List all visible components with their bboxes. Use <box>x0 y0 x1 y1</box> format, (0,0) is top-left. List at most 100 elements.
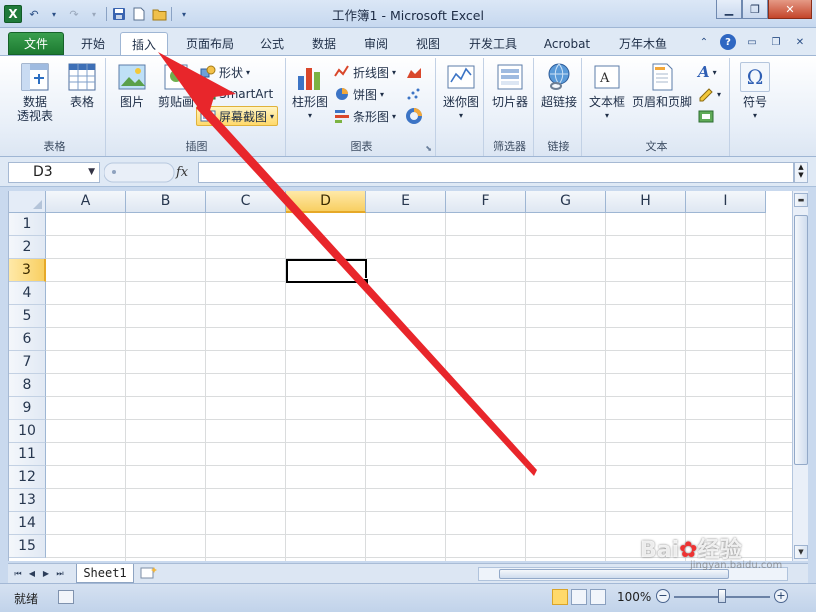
scroll-down-icon[interactable]: ▼ <box>794 545 808 559</box>
tab-file[interactable]: 文件 <box>8 32 64 55</box>
close-button[interactable]: ✕ <box>768 0 812 19</box>
row-header-9[interactable]: 9 <box>9 397 46 420</box>
column-header-i[interactable]: I <box>686 191 766 213</box>
picture-button[interactable]: 图片 <box>114 62 150 109</box>
help-icon[interactable]: ? <box>720 34 736 50</box>
row-header-2[interactable]: 2 <box>9 236 46 259</box>
tab-developer[interactable]: 开发工具 <box>458 32 528 55</box>
column-header-c[interactable]: C <box>206 191 286 213</box>
tab-page-layout[interactable]: 页面布局 <box>176 32 244 55</box>
row-header-10[interactable]: 10 <box>9 420 46 443</box>
sheet-tab-sheet1[interactable]: Sheet1 <box>76 564 134 583</box>
row-header-14[interactable]: 14 <box>9 512 46 535</box>
shapes-button[interactable]: 形状 ▾ <box>200 62 250 82</box>
name-box[interactable]: D3 ▼ <box>8 162 100 183</box>
insert-sheet-icon[interactable] <box>140 566 160 581</box>
clipart-button[interactable]: 剪贴画 <box>154 62 198 109</box>
grid-row-line <box>46 304 792 305</box>
shapes-icon <box>200 65 216 78</box>
scatter-chart-button[interactable] <box>406 84 422 104</box>
row-header-11[interactable]: 11 <box>9 443 46 466</box>
hyperlink-button[interactable]: 超链接 <box>538 62 580 109</box>
object-button[interactable] <box>698 106 714 126</box>
workbook-restore-icon[interactable]: ❐ <box>768 34 784 50</box>
formula-input[interactable] <box>198 162 794 183</box>
row-header-8[interactable]: 8 <box>9 374 46 397</box>
pivottable-label-2: 透视表 <box>16 109 53 123</box>
first-sheet-icon[interactable]: ⏮ <box>12 567 24 580</box>
select-all-button[interactable] <box>9 191 46 213</box>
chevron-down-icon[interactable]: ▼ <box>88 163 95 182</box>
textbox-button[interactable]: A 文本框 ▾ <box>586 62 628 123</box>
zoom-level[interactable]: 100% <box>617 590 651 604</box>
symbol-button[interactable]: Ω 符号 ▾ <box>734 62 776 123</box>
pie-chart-icon <box>336 88 348 100</box>
table-label: 表格 <box>69 95 94 109</box>
column-header-g[interactable]: G <box>526 191 606 213</box>
tab-home[interactable]: 开始 <box>70 32 116 55</box>
insert-function-button[interactable]: fx <box>176 165 188 180</box>
minimize-button[interactable]: ▁ <box>716 0 742 19</box>
vertical-scroll-thumb[interactable] <box>794 215 808 465</box>
next-sheet-icon[interactable]: ▶ <box>40 567 52 580</box>
smartart-button[interactable]: SmartArt <box>200 84 273 104</box>
page-break-view-button[interactable] <box>590 589 606 605</box>
split-box-icon[interactable]: ▬ <box>794 193 808 207</box>
pie-chart-button[interactable]: 饼图 ▾ <box>334 84 384 104</box>
signature-line-button[interactable]: ▾ <box>698 84 721 104</box>
row-header-13[interactable]: 13 <box>9 489 46 512</box>
column-header-e[interactable]: E <box>366 191 446 213</box>
restore-button[interactable]: ❐ <box>742 0 768 19</box>
sparklines-button[interactable]: 迷你图 ▾ <box>440 62 482 123</box>
tab-data[interactable]: 数据 <box>302 32 346 55</box>
page-layout-view-button[interactable] <box>571 589 587 605</box>
view-buttons <box>552 589 606 605</box>
area-chart-button[interactable] <box>406 62 422 82</box>
screenshot-button[interactable]: 屏幕截图 ▾ <box>196 106 279 126</box>
row-header-12[interactable]: 12 <box>9 466 46 489</box>
zoom-slider-thumb[interactable] <box>718 589 726 603</box>
tab-acrobat[interactable]: Acrobat <box>536 32 598 55</box>
column-header-b[interactable]: B <box>126 191 206 213</box>
tab-formulas[interactable]: 公式 <box>250 32 294 55</box>
tab-custom[interactable]: 万年木鱼 <box>608 32 678 55</box>
slicer-button[interactable]: 切片器 <box>488 62 532 109</box>
row-header-15[interactable]: 15 <box>9 535 46 558</box>
active-cell[interactable] <box>286 259 369 285</box>
tab-review[interactable]: 审阅 <box>354 32 398 55</box>
minimize-ribbon-icon[interactable]: ⌃ <box>696 34 712 50</box>
last-sheet-icon[interactable]: ⏭ <box>54 567 66 580</box>
row-header-1[interactable]: 1 <box>9 213 46 236</box>
workbook-close-icon[interactable]: ✕ <box>792 34 808 50</box>
wordart-button[interactable]: A ▾ <box>698 62 717 82</box>
row-header-7[interactable]: 7 <box>9 351 46 374</box>
normal-view-button[interactable] <box>552 589 568 605</box>
row-header-5[interactable]: 5 <box>9 305 46 328</box>
shapes-label: 形状 <box>219 65 244 80</box>
bar-chart-button[interactable]: 条形图 ▾ <box>334 106 396 126</box>
column-header-d[interactable]: D <box>286 191 366 213</box>
row-header-4[interactable]: 4 <box>9 282 46 305</box>
workbook-minimize-icon[interactable]: ▭ <box>744 34 760 50</box>
area-chart-icon <box>407 68 421 78</box>
column-chart-button[interactable]: 柱形图 ▾ <box>290 62 330 123</box>
prev-sheet-icon[interactable]: ◀ <box>26 567 38 580</box>
zoom-out-button[interactable]: − <box>656 589 670 603</box>
expand-formula-bar-icon[interactable]: ▲ ▼ <box>794 162 808 183</box>
column-header-f[interactable]: F <box>446 191 526 213</box>
line-chart-button[interactable]: 折线图 ▾ <box>334 62 396 82</box>
vertical-scrollbar[interactable]: ▬ ▼ <box>792 191 808 561</box>
tab-view[interactable]: 视图 <box>406 32 450 55</box>
other-charts-button[interactable] <box>406 106 422 126</box>
tab-insert[interactable]: 插入 <box>120 32 168 56</box>
spreadsheet-grid[interactable]: ABCDEFGHI 1 2 3 4 5 6 7 8 9 10 11 12 13 14 15 <box>8 191 792 561</box>
row-header-3[interactable]: 3 <box>9 259 46 282</box>
header-footer-button[interactable]: 页眉和页脚 <box>630 62 694 109</box>
row-header-6[interactable]: 6 <box>9 328 46 351</box>
pivottable-button[interactable]: 数据 透视表 <box>10 62 60 123</box>
table-button[interactable]: 表格 <box>62 62 102 109</box>
record-macro-icon[interactable] <box>58 590 74 604</box>
column-header-h[interactable]: H <box>606 191 686 213</box>
column-header-a[interactable]: A <box>46 191 126 213</box>
zoom-in-button[interactable]: + <box>774 589 788 603</box>
